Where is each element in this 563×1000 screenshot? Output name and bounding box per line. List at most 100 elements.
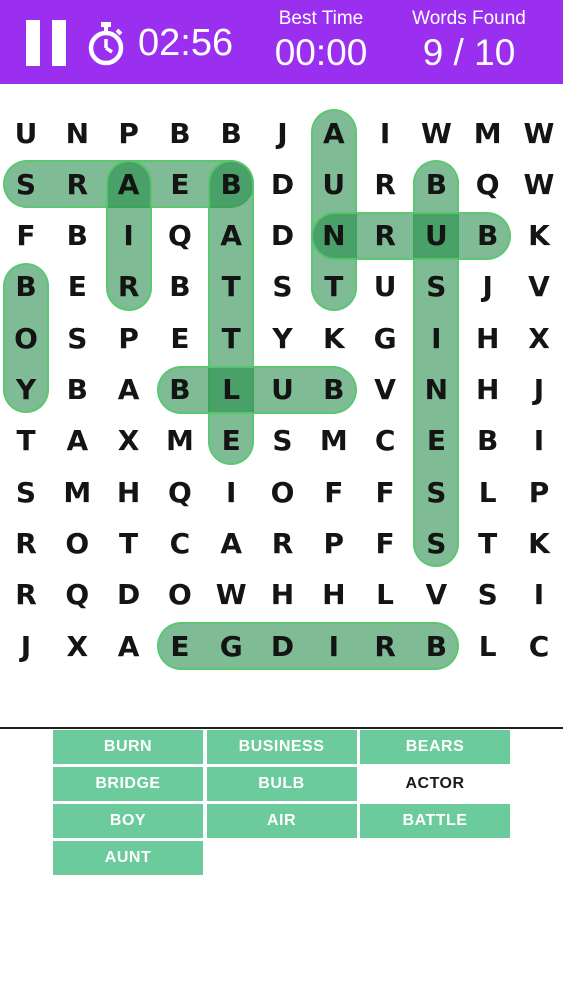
grid-cell[interactable]: V bbox=[514, 261, 563, 312]
grid-cell[interactable]: T bbox=[206, 261, 257, 312]
grid-cell[interactable]: S bbox=[1, 467, 52, 518]
grid-cell[interactable]: B bbox=[411, 621, 462, 672]
grid-cell[interactable]: B bbox=[308, 364, 359, 415]
grid-cell[interactable]: Q bbox=[462, 159, 513, 210]
grid-cell[interactable]: B bbox=[206, 159, 257, 210]
grid-cell[interactable]: F bbox=[1, 210, 52, 261]
grid-cell[interactable]: W bbox=[206, 569, 257, 620]
grid-cell[interactable]: P bbox=[514, 467, 563, 518]
grid-cell[interactable]: J bbox=[257, 108, 308, 159]
grid-cell[interactable]: D bbox=[257, 621, 308, 672]
grid-cell[interactable]: G bbox=[206, 621, 257, 672]
grid-cell[interactable]: U bbox=[1, 108, 52, 159]
pause-button[interactable] bbox=[26, 20, 70, 66]
grid-cell[interactable]: H bbox=[308, 569, 359, 620]
grid-cell[interactable]: A bbox=[103, 621, 154, 672]
grid-cell[interactable]: S bbox=[1, 159, 52, 210]
grid-cell[interactable]: B bbox=[206, 108, 257, 159]
grid-cell[interactable]: B bbox=[52, 364, 103, 415]
grid-cell[interactable]: O bbox=[1, 313, 52, 364]
grid-cell[interactable]: B bbox=[462, 210, 513, 261]
grid-cell[interactable]: S bbox=[257, 415, 308, 466]
grid-cell[interactable]: H bbox=[103, 467, 154, 518]
grid-cell[interactable]: A bbox=[103, 364, 154, 415]
grid-cell[interactable]: X bbox=[52, 621, 103, 672]
grid-cell[interactable]: F bbox=[360, 518, 411, 569]
grid-cell[interactable]: I bbox=[514, 569, 563, 620]
grid-cell[interactable]: U bbox=[257, 364, 308, 415]
grid-cell[interactable]: T bbox=[462, 518, 513, 569]
grid-cell[interactable]: R bbox=[52, 159, 103, 210]
grid-cell[interactable]: D bbox=[103, 569, 154, 620]
grid-cell[interactable]: T bbox=[206, 313, 257, 364]
grid-cell[interactable]: W bbox=[514, 108, 563, 159]
grid-cell[interactable]: E bbox=[52, 261, 103, 312]
grid-cell[interactable]: A bbox=[103, 159, 154, 210]
grid-cell[interactable]: C bbox=[514, 621, 563, 672]
grid-cell[interactable]: G bbox=[360, 313, 411, 364]
grid-cell[interactable]: N bbox=[52, 108, 103, 159]
grid-cell[interactable]: I bbox=[308, 621, 359, 672]
grid-cell[interactable]: J bbox=[462, 261, 513, 312]
grid-cell[interactable]: V bbox=[411, 569, 462, 620]
grid-cell[interactable]: H bbox=[462, 364, 513, 415]
grid-cell[interactable]: W bbox=[411, 108, 462, 159]
grid-cell[interactable]: L bbox=[206, 364, 257, 415]
grid-cell[interactable]: H bbox=[462, 313, 513, 364]
grid-cell[interactable]: K bbox=[514, 210, 563, 261]
grid-cell[interactable]: R bbox=[360, 621, 411, 672]
grid-cell[interactable]: D bbox=[257, 159, 308, 210]
grid-cell[interactable]: K bbox=[514, 518, 563, 569]
grid-cell[interactable]: L bbox=[360, 569, 411, 620]
grid-cell[interactable]: I bbox=[411, 313, 462, 364]
grid-cell[interactable]: B bbox=[52, 210, 103, 261]
grid-cell[interactable]: Q bbox=[154, 467, 205, 518]
grid-cell[interactable]: I bbox=[206, 467, 257, 518]
grid-cell[interactable]: E bbox=[154, 313, 205, 364]
grid-cell[interactable]: P bbox=[308, 518, 359, 569]
grid-cell[interactable]: M bbox=[154, 415, 205, 466]
grid-cell[interactable]: H bbox=[257, 569, 308, 620]
grid-cell[interactable]: D bbox=[257, 210, 308, 261]
grid-cell[interactable]: I bbox=[360, 108, 411, 159]
grid-cell[interactable]: S bbox=[411, 467, 462, 518]
grid-cell[interactable]: X bbox=[514, 313, 563, 364]
grid-cell[interactable]: Y bbox=[257, 313, 308, 364]
grid-cell[interactable]: R bbox=[1, 518, 52, 569]
grid-cell[interactable]: S bbox=[411, 261, 462, 312]
grid-cell[interactable]: U bbox=[411, 210, 462, 261]
grid-cell[interactable]: B bbox=[154, 364, 205, 415]
grid-cell[interactable]: O bbox=[52, 518, 103, 569]
grid-cell[interactable]: A bbox=[308, 108, 359, 159]
grid-cell[interactable]: R bbox=[103, 261, 154, 312]
grid-cell[interactable]: L bbox=[462, 621, 513, 672]
grid-cell[interactable]: N bbox=[411, 364, 462, 415]
grid-cell[interactable]: E bbox=[154, 621, 205, 672]
grid-cell[interactable]: F bbox=[308, 467, 359, 518]
grid-cell[interactable]: Q bbox=[154, 210, 205, 261]
grid-cell[interactable]: I bbox=[103, 210, 154, 261]
grid-cell[interactable]: L bbox=[462, 467, 513, 518]
grid-cell[interactable]: R bbox=[360, 210, 411, 261]
grid-cell[interactable]: P bbox=[103, 108, 154, 159]
grid-cell[interactable]: T bbox=[308, 261, 359, 312]
grid-cell[interactable]: W bbox=[514, 159, 563, 210]
grid-cell[interactable]: E bbox=[411, 415, 462, 466]
grid-cell[interactable]: T bbox=[103, 518, 154, 569]
grid-cell[interactable]: B bbox=[462, 415, 513, 466]
grid-cell[interactable]: F bbox=[360, 467, 411, 518]
grid-cell[interactable]: I bbox=[514, 415, 563, 466]
grid-cell[interactable]: N bbox=[308, 210, 359, 261]
grid-cell[interactable]: A bbox=[206, 518, 257, 569]
grid-cell[interactable]: M bbox=[52, 467, 103, 518]
grid-cell[interactable]: S bbox=[462, 569, 513, 620]
grid-cell[interactable]: A bbox=[52, 415, 103, 466]
grid-cell[interactable]: B bbox=[154, 261, 205, 312]
grid-cell[interactable]: B bbox=[1, 261, 52, 312]
grid-cell[interactable]: E bbox=[206, 415, 257, 466]
grid-cell[interactable]: M bbox=[462, 108, 513, 159]
grid-cell[interactable]: E bbox=[154, 159, 205, 210]
grid-cell[interactable]: O bbox=[257, 467, 308, 518]
grid-cell[interactable]: C bbox=[360, 415, 411, 466]
grid-cell[interactable]: K bbox=[308, 313, 359, 364]
